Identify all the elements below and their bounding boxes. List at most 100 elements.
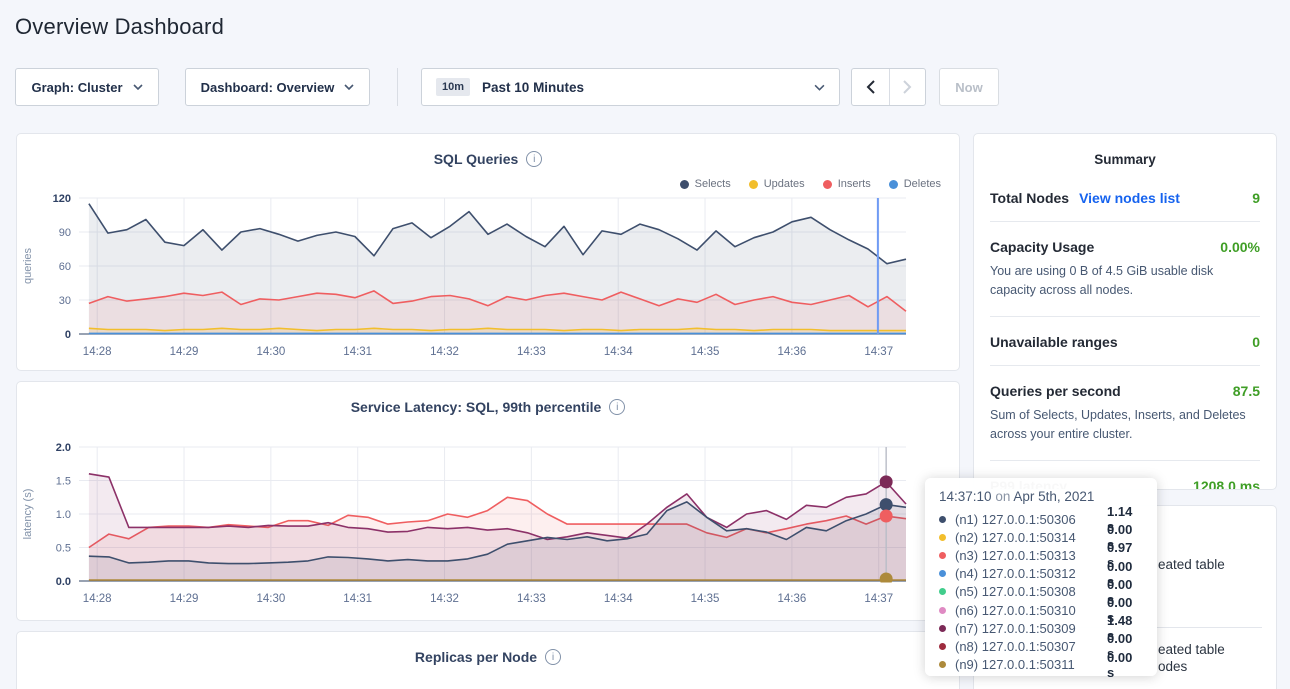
tooltip-rows: (n1) 127.0.0.1:503061.14 s(n2) 127.0.0.1… xyxy=(939,510,1143,674)
svg-text:14:31: 14:31 xyxy=(343,593,372,605)
summary-row: Queries per second 87.5 Sum of Selects, Up… xyxy=(990,365,1260,460)
toolbar-divider xyxy=(397,68,398,106)
series-dot xyxy=(939,607,946,614)
summary-label: Queries per second xyxy=(990,383,1121,399)
summary-description: You are using 0 B of 4.5 GiB usable disk… xyxy=(990,262,1260,301)
summary-rows: Total NodesView nodes list9Capacity Usag… xyxy=(990,173,1260,490)
svg-text:90: 90 xyxy=(59,227,71,239)
tooltip-date: Apr 5th, 2021 xyxy=(1013,489,1094,504)
svg-text:14:32: 14:32 xyxy=(430,346,459,358)
tooltip-node: (n3) 127.0.0.1:50313 xyxy=(955,548,1107,563)
svg-text:60: 60 xyxy=(59,261,71,273)
info-icon[interactable] xyxy=(545,649,561,665)
summary-label: Capacity Usage xyxy=(990,239,1094,255)
service-latency-card: Service Latency: SQL, 99th percentile 14… xyxy=(16,381,960,621)
legend-item[interactable]: Inserts xyxy=(823,178,871,190)
svg-text:queries: queries xyxy=(22,247,34,284)
svg-text:14:37: 14:37 xyxy=(864,346,893,358)
summary-value: 87.5 xyxy=(1233,383,1260,399)
svg-text:14:31: 14:31 xyxy=(343,346,372,358)
event-text-fragment: odes xyxy=(1158,659,1187,674)
tooltip-node: (n5) 127.0.0.1:50308 xyxy=(955,584,1107,599)
tooltip-node: (n4) 127.0.0.1:50312 xyxy=(955,566,1107,581)
svg-text:14:30: 14:30 xyxy=(256,346,285,358)
time-forward-button[interactable] xyxy=(889,69,926,105)
chevron-left-icon xyxy=(866,80,875,94)
legend-dot xyxy=(680,180,689,189)
svg-text:14:28: 14:28 xyxy=(83,346,112,358)
tooltip-node: (n6) 127.0.0.1:50310 xyxy=(955,603,1107,618)
svg-text:1.5: 1.5 xyxy=(56,476,71,488)
summary-value: 0.00% xyxy=(1220,239,1260,255)
legend-item[interactable]: Selects xyxy=(680,178,731,190)
now-button[interactable]: Now xyxy=(939,68,999,106)
chart-title-row: Replicas per Node xyxy=(17,649,959,665)
view-nodes-list-link[interactable]: View nodes list xyxy=(1079,190,1180,206)
svg-text:0: 0 xyxy=(65,329,71,341)
summary-label: Unavailable ranges xyxy=(990,334,1118,350)
chart-title: SQL Queries xyxy=(434,151,519,167)
tooltip-node: (n9) 127.0.0.1:50311 xyxy=(955,657,1107,672)
page-title: Overview Dashboard xyxy=(15,14,224,40)
sql-queries-chart[interactable]: 14:2814:2914:3014:3114:3214:3314:3414:35… xyxy=(17,190,961,368)
svg-text:14:35: 14:35 xyxy=(691,593,720,605)
summary-description: Sum of Selects, Updates, Inserts, and De… xyxy=(990,406,1260,445)
svg-text:14:32: 14:32 xyxy=(430,593,459,605)
time-range-badge: 10m xyxy=(436,78,470,96)
svg-text:14:33: 14:33 xyxy=(517,593,546,605)
series-dot xyxy=(939,570,946,577)
legend-label: Selects xyxy=(695,178,731,190)
legend-label: Deletes xyxy=(904,178,941,190)
svg-text:0.5: 0.5 xyxy=(56,543,71,555)
dashboard-selector-label: Dashboard: Overview xyxy=(201,80,335,95)
replicas-per-node-card: Replicas per Node xyxy=(16,631,960,689)
legend-dot xyxy=(823,180,832,189)
series-dot xyxy=(939,661,946,668)
summary-value: 0 xyxy=(1252,334,1260,350)
svg-text:1.0: 1.0 xyxy=(56,509,71,521)
dashboard-selector-dropdown[interactable]: Dashboard: Overview xyxy=(185,68,370,106)
time-range-dropdown[interactable]: 10m Past 10 Minutes xyxy=(421,68,840,106)
summary-row: Capacity Usage 0.00% You are using 0 B of … xyxy=(990,221,1260,316)
svg-text:14:30: 14:30 xyxy=(256,593,285,605)
summary-label: Total Nodes xyxy=(990,190,1069,206)
tooltip-on: on xyxy=(995,489,1010,504)
info-icon[interactable] xyxy=(609,399,625,415)
chevron-down-icon xyxy=(133,84,143,90)
legend-label: Updates xyxy=(764,178,805,190)
chart-tooltip: 14:37:10 on Apr 5th, 2021 (n1) 127.0.0.1… xyxy=(925,478,1157,676)
svg-text:14:36: 14:36 xyxy=(777,593,806,605)
series-dot xyxy=(939,625,946,632)
chart-title-row: Service Latency: SQL, 99th percentile xyxy=(17,399,959,415)
svg-text:14:37: 14:37 xyxy=(864,593,893,605)
time-range-label: Past 10 Minutes xyxy=(482,80,584,95)
summary-row: Total NodesView nodes list9 xyxy=(990,173,1260,221)
chart-title: Replicas per Node xyxy=(415,649,537,665)
legend-item[interactable]: Updates xyxy=(749,178,805,190)
legend-item[interactable]: Deletes xyxy=(889,178,941,190)
series-dot xyxy=(939,588,946,595)
graph-selector-label: Graph: Cluster xyxy=(31,80,122,95)
graph-selector-dropdown[interactable]: Graph: Cluster xyxy=(15,68,159,106)
info-icon[interactable] xyxy=(526,151,542,167)
svg-text:14:34: 14:34 xyxy=(604,346,633,358)
series-dot xyxy=(939,516,946,523)
summary-card: Summary Total NodesView nodes list9Capac… xyxy=(973,133,1277,490)
svg-text:14:36: 14:36 xyxy=(777,346,806,358)
svg-text:2.0: 2.0 xyxy=(56,442,71,454)
svg-text:14:29: 14:29 xyxy=(170,593,199,605)
time-back-button[interactable] xyxy=(852,69,889,105)
svg-text:120: 120 xyxy=(53,193,71,205)
sql-queries-card: SQL Queries Selects Updates Inserts Deletes… xyxy=(16,133,960,371)
event-text-fragment: eated table xyxy=(1158,642,1225,657)
summary-row: Unavailable ranges 0 xyxy=(990,316,1260,365)
sql-queries-legend: Selects Updates Inserts Deletes xyxy=(680,178,941,190)
svg-text:14:34: 14:34 xyxy=(604,593,633,605)
svg-text:14:35: 14:35 xyxy=(691,346,720,358)
service-latency-chart[interactable]: 14:2814:2914:3014:3114:3214:3314:3414:35… xyxy=(17,438,961,616)
summary-title: Summary xyxy=(990,152,1260,167)
tooltip-node: (n2) 127.0.0.1:50314 xyxy=(955,530,1107,545)
legend-dot xyxy=(749,180,758,189)
chevron-down-icon xyxy=(344,84,354,90)
chart-title: Service Latency: SQL, 99th percentile xyxy=(351,399,602,415)
